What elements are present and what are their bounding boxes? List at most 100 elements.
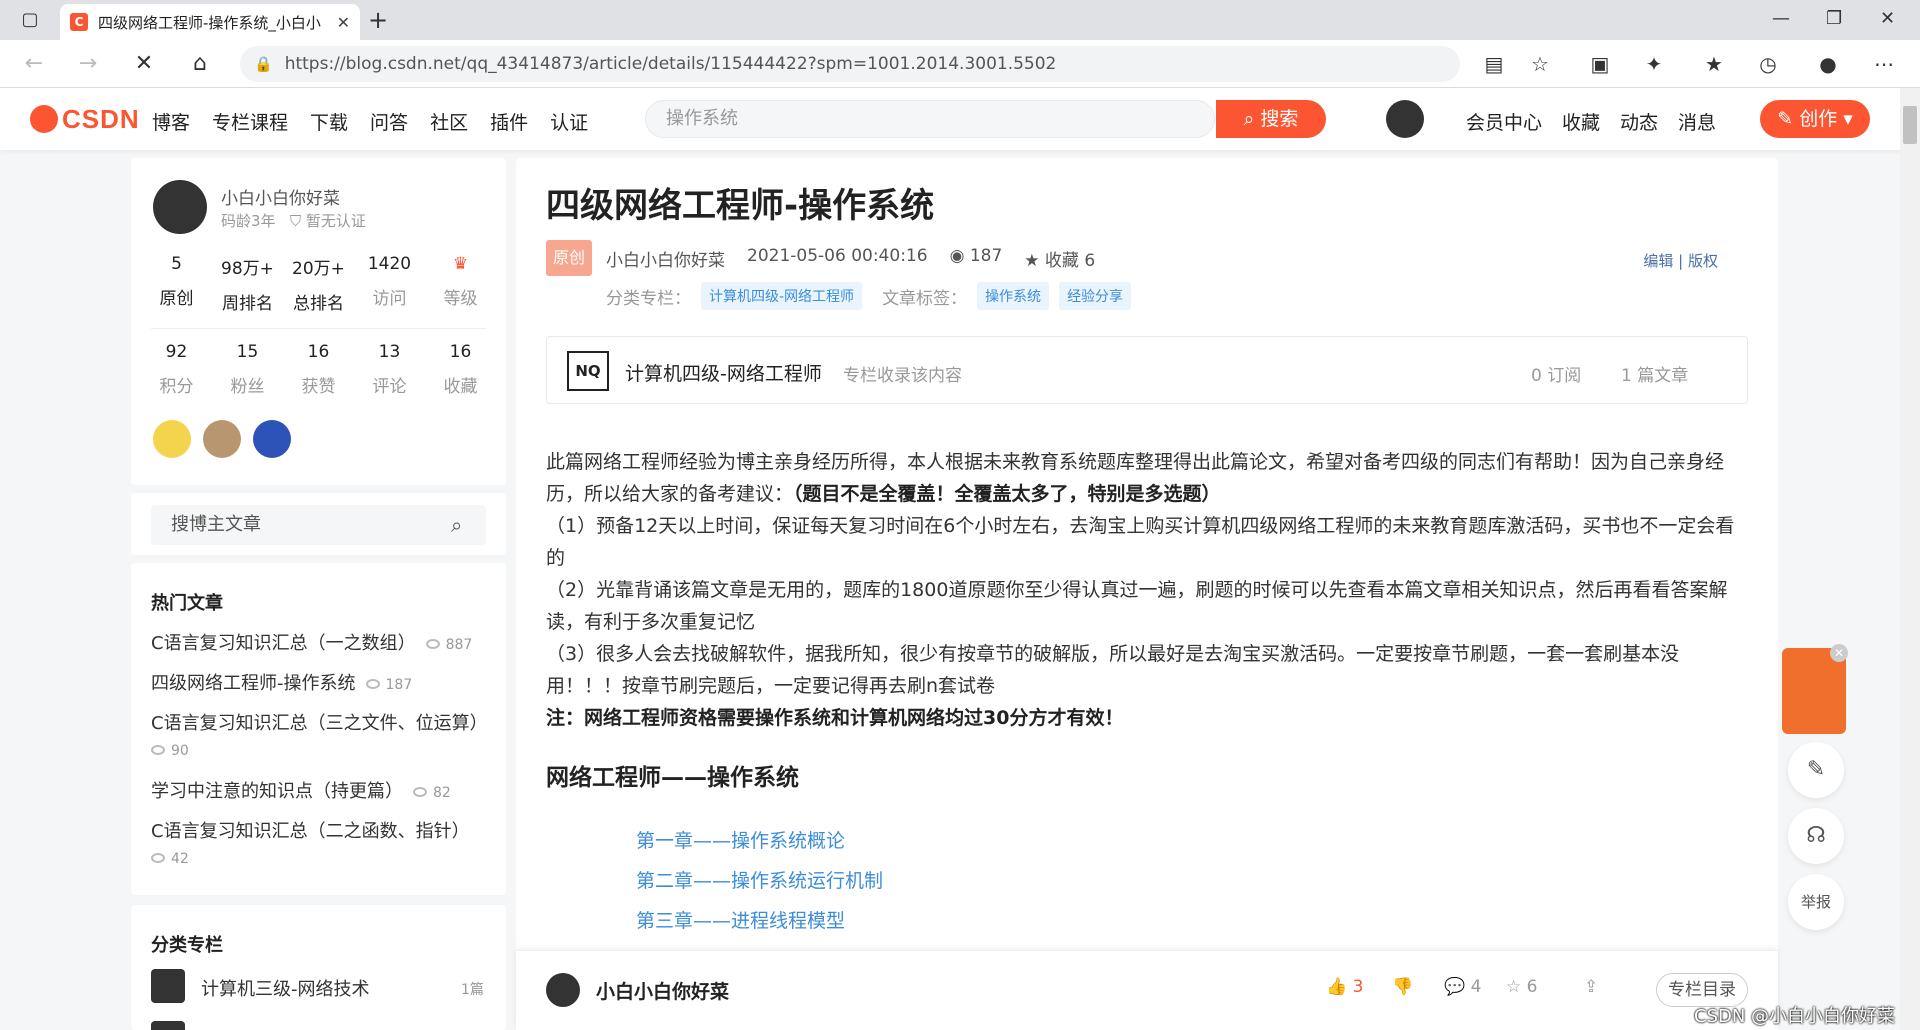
article-author[interactable]: 小白小白你好菜 xyxy=(606,246,725,271)
new-tab-icon[interactable]: + xyxy=(368,6,388,34)
browser-tab[interactable]: C 四级网络工程师-操作系统_小白小 ✕ xyxy=(60,4,360,40)
maximize-icon[interactable]: ❐ xyxy=(1826,8,1842,29)
copyright-link[interactable]: 版权 xyxy=(1688,252,1718,270)
nav-item[interactable]: 专栏课程 xyxy=(212,108,288,135)
tag-item[interactable]: 操作系统 xyxy=(977,282,1050,310)
profile-icon[interactable]: ● xyxy=(1814,50,1842,78)
comment-button[interactable]: 💬 4 xyxy=(1444,977,1481,997)
minimize-icon[interactable]: — xyxy=(1772,8,1790,29)
author-avatar[interactable] xyxy=(546,973,580,1007)
toc-link[interactable]: 第一章——操作系统概论 xyxy=(636,826,845,853)
stat-fans[interactable]: 15 粉丝 xyxy=(212,342,283,397)
eye-icon xyxy=(151,745,165,755)
nav-messages[interactable]: 消息 xyxy=(1678,108,1716,135)
favorite-count: 收藏 6 xyxy=(1044,251,1096,271)
eye-icon xyxy=(413,787,427,797)
site-search-input[interactable]: 操作系统 xyxy=(645,100,1215,138)
create-label: 创作 xyxy=(1799,108,1838,130)
stat-weekly-rank[interactable]: 98万+ 周排名 xyxy=(212,254,283,314)
more-menu-icon[interactable]: ⋯ xyxy=(1870,50,1898,78)
article-tags: 分类专栏： 计算机四级-网络工程师 文章标签： 操作系统 经验分享 xyxy=(606,282,1132,310)
create-button[interactable]: ✎ 创作 ▾ xyxy=(1760,100,1870,138)
csdn-logo[interactable]: CSDN xyxy=(30,104,140,135)
edit-link[interactable]: 编辑 xyxy=(1643,252,1673,270)
nav-activity[interactable]: 动态 xyxy=(1620,108,1658,135)
write-icon[interactable]: ✎ xyxy=(1788,742,1844,798)
hot-article-item[interactable]: 学习中注意的知识点（持更篇） 82 xyxy=(151,777,451,803)
article-favorite[interactable]: ★ 收藏 6 xyxy=(1024,246,1095,271)
stat-label: 周排名 xyxy=(222,294,273,314)
stat-original[interactable]: 5 原创 xyxy=(141,254,212,314)
category-thumb xyxy=(151,969,185,1003)
close-window-icon[interactable]: ✕ xyxy=(1880,8,1895,29)
add-favorite-icon[interactable]: ☆ xyxy=(1526,50,1554,78)
blogger-search-input[interactable]: 搜博主文章 xyxy=(151,505,486,545)
user-avatar[interactable] xyxy=(1386,100,1424,138)
nav-favorites[interactable]: 收藏 xyxy=(1562,108,1600,135)
dislike-button[interactable]: 👎 xyxy=(1392,977,1413,997)
stat-value: 16 xyxy=(307,342,330,362)
favorite-button[interactable]: ☆ 6 xyxy=(1506,977,1537,997)
selenium-extension-icon[interactable]: ▣ xyxy=(1586,50,1614,78)
badge-rocket-icon[interactable] xyxy=(253,420,291,458)
toc-link[interactable]: 第二章——操作系统运行机制 xyxy=(636,866,883,893)
reader-icon[interactable]: ▤ xyxy=(1480,50,1508,78)
history-icon[interactable]: ◷ xyxy=(1754,50,1782,78)
badge-box-icon[interactable] xyxy=(203,420,241,458)
like-button[interactable]: 👍 3 xyxy=(1326,977,1363,997)
article-info: 小白小白你好菜 2021-05-06 00:40:16 ◉ 187 ★ 收藏 6 xyxy=(606,246,1095,271)
hot-article-item[interactable]: C语言复习知识汇总（二之函数、指针） xyxy=(151,817,470,843)
close-promo-icon[interactable]: ✕ xyxy=(1830,644,1848,662)
extensions-icon[interactable]: ✦ xyxy=(1640,50,1668,78)
hot-article-item[interactable]: C语言复习知识汇总（三之文件、位运算） xyxy=(151,709,488,735)
favorites-icon[interactable]: ★ xyxy=(1700,50,1728,78)
url-field[interactable]: 🔒 https://blog.csdn.net/qq_43414873/arti… xyxy=(240,46,1460,82)
profile-name[interactable]: 小白小白你好菜 xyxy=(221,184,340,209)
nav-item[interactable]: 插件 xyxy=(490,108,528,135)
nav-vip[interactable]: 会员中心 xyxy=(1466,108,1542,135)
close-tab-icon[interactable]: ✕ xyxy=(337,13,350,32)
stat-level[interactable]: ♛ 等级 xyxy=(425,254,496,314)
search-button-label: 搜索 xyxy=(1260,108,1299,130)
forward-icon[interactable]: → xyxy=(74,50,102,78)
hot-article-views: 42 xyxy=(171,851,189,867)
search-button[interactable]: ⌕ 搜索 xyxy=(1216,100,1326,138)
hot-article-views: 90 xyxy=(171,743,189,759)
nav-item[interactable]: 社区 xyxy=(430,108,468,135)
profile-avatar[interactable] xyxy=(153,180,207,234)
share-button[interactable]: ⇪ xyxy=(1584,977,1598,997)
column-name[interactable]: 计算机四级-网络工程师 xyxy=(625,359,822,386)
nav-item[interactable]: 博客 xyxy=(152,108,190,135)
hot-article-item[interactable]: C语言复习知识汇总（一之数组） 887 xyxy=(151,629,472,655)
report-button[interactable]: 举报 xyxy=(1788,874,1844,930)
stat-comments: 13 评论 xyxy=(354,342,425,397)
column-box[interactable]: NQ 计算机四级-网络工程师 专栏收录该内容 0 订阅 1 篇文章 xyxy=(546,336,1748,404)
category-item[interactable]: 计算机三级-网络技术 xyxy=(201,975,370,1001)
hot-article-item[interactable]: 四级网络工程师-操作系统 187 xyxy=(151,669,412,695)
hot-article-title: 学习中注意的知识点（持更篇） xyxy=(151,781,403,802)
category-tag[interactable]: 计算机四级-网络工程师 xyxy=(701,282,863,310)
search-icon[interactable]: ⌕ xyxy=(451,513,462,537)
profile-years: 码龄3年 xyxy=(221,212,276,230)
stat-label: 收藏 xyxy=(443,377,478,397)
nav-item[interactable]: 下载 xyxy=(310,108,348,135)
headset-icon[interactable]: ☊ xyxy=(1788,808,1844,864)
toc-link[interactable]: 第三章——进程线程模型 xyxy=(636,906,845,933)
home-icon[interactable]: ⌂ xyxy=(186,50,214,78)
scrollbar[interactable] xyxy=(1900,88,1920,1030)
nav-item[interactable]: 认证 xyxy=(550,108,588,135)
stat-label: 等级 xyxy=(443,289,478,309)
bottom-author[interactable]: 小白小白你好菜 xyxy=(596,977,729,1004)
site-header: CSDN 博客 专栏课程 下载 问答 社区 插件 认证 操作系统 ⌕ 搜索 会员… xyxy=(0,88,1920,150)
sidebar-toggle-icon[interactable]: ▢ xyxy=(18,8,42,32)
stat-total-rank[interactable]: 20万+ 总排名 xyxy=(283,254,354,314)
badge-10-icon[interactable] xyxy=(153,420,191,458)
tag-item[interactable]: 经验分享 xyxy=(1059,282,1132,310)
eye-icon xyxy=(365,679,380,689)
stat-label: 获赞 xyxy=(301,377,336,397)
back-icon[interactable]: ← xyxy=(20,50,48,78)
stop-icon[interactable]: ✕ xyxy=(130,50,158,78)
nav-item[interactable]: 问答 xyxy=(370,108,408,135)
thumbs-up-icon: 👍 xyxy=(1326,977,1348,997)
scrollbar-thumb[interactable] xyxy=(1903,106,1917,144)
